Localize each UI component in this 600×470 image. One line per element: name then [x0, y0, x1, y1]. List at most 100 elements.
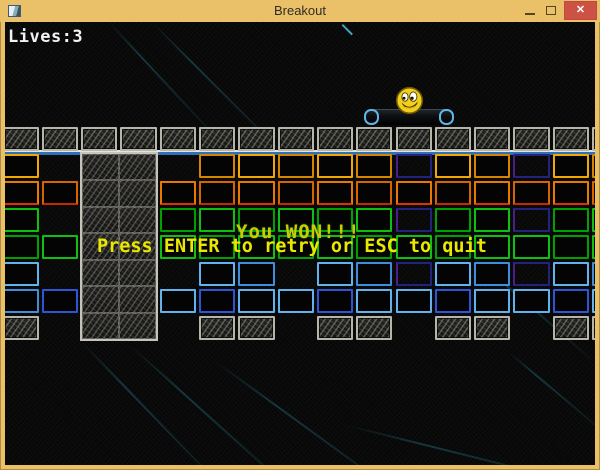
- brick: [278, 289, 314, 313]
- destroyed-brick-outline: [396, 262, 432, 286]
- brick: [238, 154, 274, 178]
- minimize-icon: [525, 13, 535, 15]
- close-button[interactable]: ✕: [564, 1, 597, 20]
- brick: [396, 181, 432, 205]
- metal-brick: [278, 127, 314, 151]
- metal-brick: [5, 127, 39, 151]
- metal-brick: [356, 127, 392, 151]
- brick: [199, 154, 235, 178]
- metal-brick: [82, 286, 119, 312]
- metal-brick: [119, 286, 156, 312]
- metal-brick: [474, 316, 510, 340]
- brick: [474, 289, 510, 313]
- metal-brick: [82, 207, 119, 233]
- brick: [238, 289, 274, 313]
- metal-brick: [82, 313, 119, 339]
- brick: [513, 235, 549, 259]
- brick: [553, 289, 589, 313]
- metal-brick: [82, 260, 119, 286]
- brick: [474, 181, 510, 205]
- smiley-face-icon: [395, 86, 424, 115]
- brick: [356, 262, 392, 286]
- brick: [592, 235, 595, 259]
- brick: [356, 289, 392, 313]
- brick: [5, 289, 39, 313]
- metal-brick: [317, 316, 353, 340]
- metal-brick: [199, 316, 235, 340]
- brick: [238, 181, 274, 205]
- brick: [474, 154, 510, 178]
- paddle-right-cap: [439, 109, 454, 125]
- brick: [435, 181, 471, 205]
- metal-brick: [119, 313, 156, 339]
- title-bar[interactable]: Breakout ✕: [0, 0, 600, 22]
- brick: [238, 262, 274, 286]
- metal-brick: [5, 316, 39, 340]
- brick: [160, 289, 196, 313]
- brick: [592, 154, 595, 178]
- game-field[interactable]: Lives:3 You WON!!! Press ENTER to retry …: [5, 22, 595, 465]
- brick: [317, 181, 353, 205]
- retry-prompt: Press ENTER to retry or ESC to quit: [97, 236, 487, 257]
- brick: [592, 262, 595, 286]
- brick: [435, 208, 471, 232]
- destroyed-brick-outline: [513, 262, 549, 286]
- metal-brick: [160, 127, 196, 151]
- metal-brick: [120, 127, 156, 151]
- metal-brick: [435, 316, 471, 340]
- metal-brick: [592, 127, 595, 151]
- paddle-left-cap: [364, 109, 379, 125]
- brick: [317, 262, 353, 286]
- metal-brick: [82, 154, 119, 180]
- brick: [513, 289, 549, 313]
- brick: [435, 289, 471, 313]
- close-icon: ✕: [576, 4, 585, 16]
- metal-brick: [553, 127, 589, 151]
- brick: [5, 235, 39, 259]
- brick: [199, 208, 235, 232]
- brick: [356, 181, 392, 205]
- breakout-window: Breakout ✕ Lives:3 You WON!!! Press ENTE…: [0, 0, 600, 470]
- metal-brick: [317, 127, 353, 151]
- brick: [553, 208, 589, 232]
- brick: [278, 181, 314, 205]
- brick: [553, 262, 589, 286]
- metal-brick: [199, 127, 235, 151]
- metal-brick: [42, 127, 78, 151]
- brick: [317, 289, 353, 313]
- maximize-button[interactable]: [542, 0, 560, 22]
- brick: [5, 262, 39, 286]
- metal-brick: [553, 316, 589, 340]
- brick: [356, 208, 392, 232]
- brick: [5, 181, 39, 205]
- brick: [553, 154, 589, 178]
- metal-brick: [119, 154, 156, 180]
- destroyed-brick-outline: [513, 208, 549, 232]
- destroyed-brick-outline: [396, 208, 432, 232]
- metal-brick: [592, 316, 595, 340]
- brick: [5, 208, 39, 232]
- metal-brick: [513, 127, 549, 151]
- metal-brick: [81, 127, 117, 151]
- brick: [553, 181, 589, 205]
- brick: [592, 289, 595, 313]
- brick: [42, 181, 78, 205]
- brick: [160, 181, 196, 205]
- metal-brick: [238, 316, 274, 340]
- brick: [592, 181, 595, 205]
- brick: [5, 154, 39, 178]
- brick: [513, 181, 549, 205]
- minimize-button[interactable]: [521, 0, 539, 22]
- metal-brick: [119, 207, 156, 233]
- lives-counter: Lives:3: [8, 27, 83, 47]
- metal-brick: [119, 180, 156, 206]
- metal-brick: [238, 127, 274, 151]
- brick: [474, 208, 510, 232]
- metal-brick: [474, 127, 510, 151]
- window-title: Breakout: [0, 3, 600, 18]
- brick: [199, 262, 235, 286]
- brick: [435, 262, 471, 286]
- brick: [592, 208, 595, 232]
- brick: [435, 154, 471, 178]
- maximize-icon: [546, 6, 556, 15]
